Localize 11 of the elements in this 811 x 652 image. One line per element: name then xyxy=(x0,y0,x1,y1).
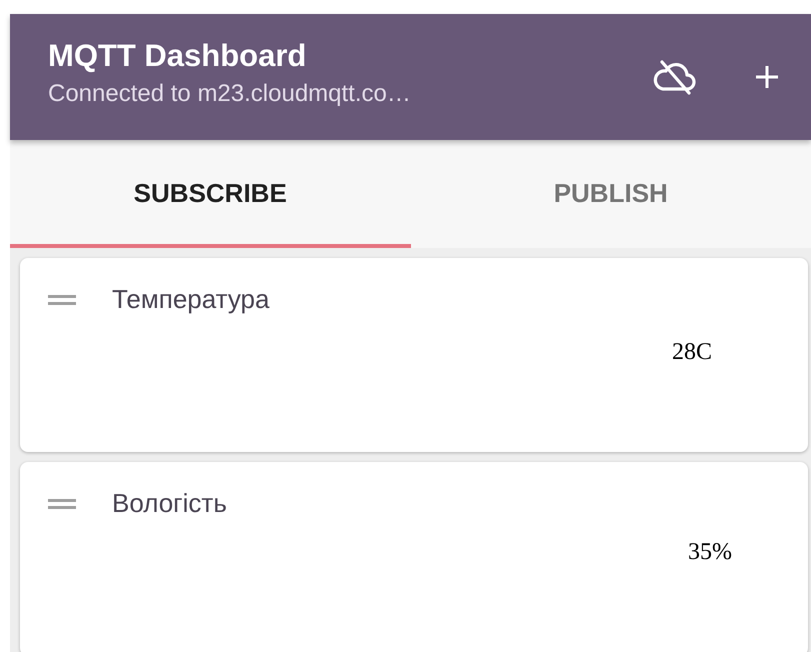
connection-status: Connected to m23.cloudmqtt.co… xyxy=(48,80,412,108)
topic-name: Температура xyxy=(112,284,270,315)
drag-handle-icon[interactable] xyxy=(48,498,76,508)
cloud-off-icon[interactable] xyxy=(653,59,697,95)
app-title: MQTT Dashboard xyxy=(48,38,308,74)
topic-value: 28C xyxy=(672,339,712,366)
topic-value: 35% xyxy=(688,539,732,566)
tab[interactable]: PUBLISH xyxy=(410,140,811,248)
drag-handle-icon[interactable] xyxy=(48,294,76,304)
add-icon[interactable] xyxy=(755,65,779,89)
topic-name: Вологість xyxy=(112,488,227,519)
